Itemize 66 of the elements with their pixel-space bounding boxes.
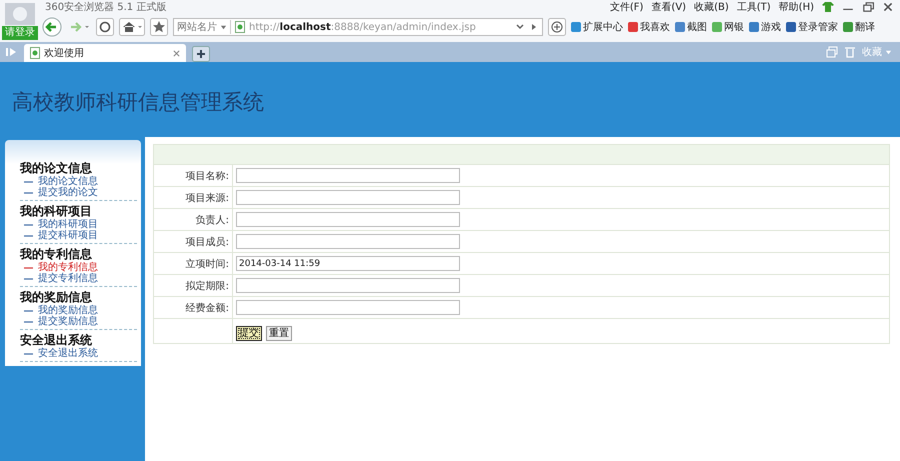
sidebar-link[interactable]: 提交科研项目 [20,230,137,241]
menu-item[interactable]: 文件(F) [610,0,644,14]
input-field[interactable] [236,212,460,227]
toolbar-item[interactable]: 网银 [712,20,744,34]
site-card-button[interactable]: 网站名片 [177,20,231,34]
trash-icon[interactable] [844,46,856,58]
sidebar-link[interactable]: 我的奖励信息 [20,305,137,316]
input-field[interactable] [236,300,460,315]
caret-icon [885,48,892,56]
field-label: 项目来源: [154,186,232,208]
input-field[interactable] [236,190,460,205]
close-icon[interactable] [882,1,894,13]
caret-icon [220,24,227,30]
input-field[interactable] [236,278,460,293]
url-text: http://localhost:8888/keyan/admin/index.jsp [249,22,476,32]
sidebar-toggle-icon[interactable] [6,46,18,58]
sidebar-link[interactable]: 我的论文信息 [20,176,137,187]
window-title: 360安全浏览器 5.1 正式版 [44,0,166,14]
sidebar-link[interactable]: 我的专利信息 [20,262,137,273]
field-label: 经费金额: [154,296,232,318]
avatar-icon [5,3,35,25]
shirt-icon[interactable] [822,2,834,12]
field-label: 项目成员: [154,230,232,252]
dropdown-icon[interactable] [515,22,525,32]
toolbar-item[interactable]: 我喜欢 [628,20,670,34]
field-label: 项目名称: [154,164,232,186]
menu-item[interactable]: 工具(T) [736,0,771,14]
restore-icon[interactable] [862,1,874,13]
toolbar-item[interactable]: 游戏 [749,20,781,34]
menu-item[interactable]: 收藏(B) [694,0,729,14]
input-field[interactable]: 2014-03-14 11:59 [236,256,460,271]
sidebar-heading: 我的专利信息 [20,246,93,262]
sidebar-link[interactable]: 提交专利信息 [20,273,137,284]
dash-icon [24,352,34,356]
field-label: 立项时间: [154,252,232,274]
close-tab-icon[interactable] [173,50,180,56]
menu-item[interactable]: 帮助(H) [778,0,814,14]
page-icon [235,21,245,33]
sidebar-heading: 我的科研项目 [20,203,93,218]
sidebar-link[interactable]: 提交奖励信息 [20,316,137,327]
sidebar-heading: 我的论文信息 [20,160,93,176]
sidebar-link[interactable]: 安全退出系统 [20,348,137,359]
toolbar-item[interactable]: 截图 [675,20,707,34]
toolbar-item[interactable]: 翻译 [843,20,875,34]
new-tab-icon[interactable] [192,46,210,62]
refresh-icon[interactable] [96,18,114,36]
browser-tab[interactable]: 欢迎使用 [24,44,186,62]
sidebar-heading: 我的奖励信息 [20,289,93,304]
address-bar[interactable]: 网站名片 http://localhost:8888/keyan/admin/index.jsp [173,18,543,36]
back-icon[interactable] [42,17,62,37]
field-label: 拟定期限: [154,274,232,296]
windows-icon[interactable] [826,46,838,58]
field-label: 负责人: [154,208,232,230]
home-icon[interactable] [119,18,145,36]
page-icon [30,47,40,59]
form-button[interactable]: 重置 [266,326,292,341]
sidebar-link[interactable]: 提交我的论文 [20,187,137,198]
menu-item[interactable]: 查看(V) [651,0,686,14]
input-field[interactable] [236,168,460,183]
toolbar-item[interactable]: 登录管家 [786,20,838,34]
toolbar-item[interactable]: 扩展中心 [571,20,623,34]
input-field[interactable] [236,234,460,249]
sidebar-link[interactable]: 我的科研项目 [20,219,137,230]
system-title: 高校教师科研信息管理系统 [12,90,264,114]
sidebar-heading: 安全退出系统 [20,332,93,348]
form-button[interactable]: 提交 [236,326,262,341]
